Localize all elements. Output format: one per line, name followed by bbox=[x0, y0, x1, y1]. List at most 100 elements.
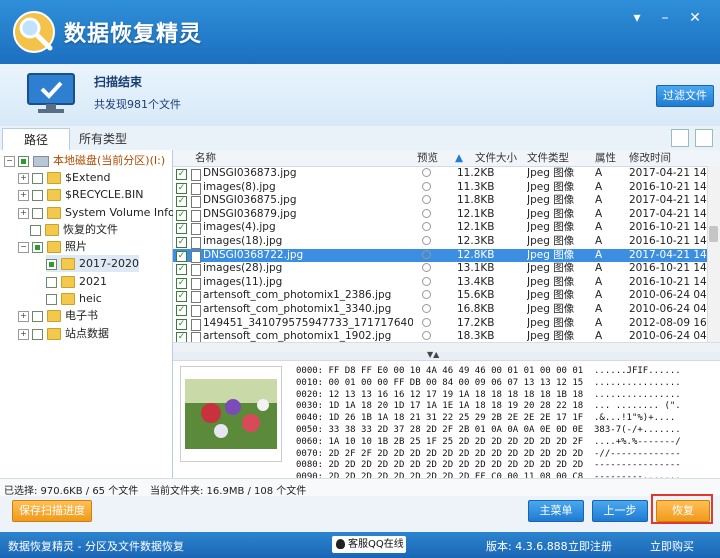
row-checkbox[interactable]: ✓ bbox=[176, 182, 187, 194]
menu-dropdown-button[interactable]: ▾ bbox=[626, 8, 648, 28]
tree-item[interactable]: 2021 bbox=[46, 273, 107, 290]
preview-magnifier-icon[interactable] bbox=[422, 208, 431, 218]
tree-checkbox[interactable] bbox=[46, 258, 57, 270]
file-name: artensoft_com_photomix1_3340.jpg bbox=[203, 303, 392, 315]
tab-path[interactable]: 路径 bbox=[2, 128, 70, 151]
folder-icon bbox=[47, 328, 61, 340]
row-checkbox[interactable]: ✓ bbox=[176, 291, 187, 303]
column-preview[interactable]: 预览 bbox=[417, 150, 438, 166]
row-checkbox[interactable]: ✓ bbox=[176, 250, 187, 262]
tree-item[interactable]: + $RECYCLE.BIN bbox=[18, 186, 143, 203]
file-row[interactable]: ✓ artensoft_com_photomix1_2386.jpg 15.6KB J… bbox=[173, 289, 707, 304]
preview-magnifier-icon[interactable] bbox=[422, 249, 431, 259]
file-row[interactable]: ✓ DNSGI0368722.jpg 12.8KB Jpeg 图像 A 2017-04-2… bbox=[173, 248, 707, 263]
preview-magnifier-icon[interactable] bbox=[422, 304, 431, 313]
hex-line: 0040: 1D 26 1B 1A 18 21 31 22 25 29 2B 2… bbox=[296, 413, 676, 424]
preview-magnifier-icon[interactable] bbox=[422, 317, 431, 327]
tree-checkbox[interactable] bbox=[32, 189, 43, 201]
tree-checkbox[interactable] bbox=[32, 241, 43, 253]
tree-checkbox[interactable] bbox=[32, 172, 43, 184]
tree-checkbox[interactable] bbox=[18, 155, 29, 167]
row-checkbox[interactable]: ✓ bbox=[176, 169, 187, 180]
preview-magnifier-icon[interactable] bbox=[422, 168, 431, 177]
file-row[interactable]: ✓ images(28).jpg 13.1KB Jpeg 图像 A 2016-10-21 … bbox=[173, 262, 707, 277]
folder-icon bbox=[47, 172, 61, 184]
buy-link[interactable]: 立即购买 bbox=[650, 538, 694, 554]
column-name[interactable]: 名称 bbox=[195, 150, 216, 166]
file-icon bbox=[191, 318, 201, 331]
minimize-button[interactable]: – bbox=[654, 8, 676, 28]
register-link[interactable]: 立即注册 bbox=[568, 538, 612, 554]
row-checkbox[interactable]: ✓ bbox=[176, 277, 187, 289]
filter-files-button[interactable]: 过滤文件 bbox=[656, 85, 714, 107]
row-checkbox[interactable]: ✓ bbox=[176, 237, 187, 248]
scrollbar-thumb[interactable] bbox=[709, 226, 718, 242]
tree-item[interactable]: + System Volume Inform bbox=[18, 204, 190, 221]
row-checkbox[interactable]: ✓ bbox=[176, 196, 187, 208]
column-attr[interactable]: 属性 bbox=[595, 150, 616, 166]
tree-checkbox[interactable] bbox=[46, 293, 57, 305]
expand-icon[interactable]: + bbox=[18, 172, 29, 184]
expand-icon[interactable]: + bbox=[18, 328, 29, 340]
grid-view-icon[interactable] bbox=[671, 129, 689, 147]
expand-icon[interactable]: + bbox=[18, 310, 29, 322]
tree-item[interactable]: + 电子书 bbox=[18, 307, 98, 324]
qq-support-button[interactable]: 客服QQ在线 bbox=[332, 536, 406, 553]
file-row[interactable]: ✓ 149451_341079575947733_1717176403... 17.… bbox=[173, 317, 707, 331]
row-checkbox[interactable]: ✓ bbox=[176, 264, 187, 276]
row-checkbox[interactable]: ✓ bbox=[176, 209, 187, 221]
file-row[interactable]: ✓ DNSGI036875.jpg 11.8KB Jpeg 图像 A 2017-04-21… bbox=[173, 194, 707, 209]
recover-button[interactable]: 恢复 bbox=[656, 500, 710, 522]
preview-magnifier-icon[interactable] bbox=[422, 195, 431, 205]
collapse-icon[interactable]: − bbox=[18, 241, 29, 253]
tree-checkbox[interactable] bbox=[46, 276, 57, 288]
column-type[interactable]: 文件类型 bbox=[527, 150, 569, 166]
tree-item[interactable]: 恢复的文件 bbox=[30, 221, 118, 238]
list-view-icon[interactable] bbox=[695, 129, 713, 147]
collapse-icon[interactable]: − bbox=[4, 155, 15, 167]
previous-step-button[interactable]: 上一步 bbox=[592, 500, 648, 522]
row-checkbox[interactable]: ✓ bbox=[176, 318, 187, 330]
folder-icon bbox=[61, 276, 75, 288]
main-menu-button[interactable]: 主菜单 bbox=[528, 500, 584, 522]
tree-root[interactable]: − 本地磁盘(当前分区)(I:) bbox=[4, 152, 165, 169]
tree-checkbox[interactable] bbox=[32, 310, 43, 322]
vertical-scrollbar[interactable] bbox=[707, 166, 720, 342]
preview-magnifier-icon[interactable] bbox=[422, 181, 431, 191]
preview-magnifier-icon[interactable] bbox=[422, 222, 431, 232]
file-row[interactable]: ✓ images(4).jpg 12.1KB Jpeg 图像 A 2016-10-21 1… bbox=[173, 221, 707, 236]
column-mtime[interactable]: 修改时间 bbox=[629, 150, 671, 166]
tree-checkbox[interactable] bbox=[32, 207, 43, 219]
preview-splitter[interactable]: ▼▲ bbox=[173, 350, 720, 360]
file-row[interactable]: ✓ images(18).jpg 12.3KB Jpeg 图像 A 2016-10-21 … bbox=[173, 235, 707, 249]
row-checkbox[interactable]: ✓ bbox=[176, 223, 187, 235]
save-scan-progress-button[interactable]: 保存扫描进度 bbox=[12, 500, 92, 522]
tab-all-types[interactable]: 所有类型 bbox=[70, 128, 136, 150]
file-row[interactable]: ✓ images(11).jpg 13.4KB Jpeg 图像 A 2016-10-21 … bbox=[173, 276, 707, 290]
file-row[interactable]: ✓ images(8).jpg 11.3KB Jpeg 图像 A 2016-10-21 1… bbox=[173, 181, 707, 195]
preview-magnifier-icon[interactable] bbox=[422, 263, 431, 273]
file-type: Jpeg 图像 bbox=[527, 194, 575, 207]
tree-checkbox[interactable] bbox=[32, 328, 43, 340]
file-icon bbox=[191, 277, 201, 290]
preview-magnifier-icon[interactable] bbox=[422, 276, 431, 286]
tree-checkbox[interactable] bbox=[30, 224, 41, 236]
file-row[interactable]: ✓ DNSGI036873.jpg 11.2KB Jpeg 图像 A 2017-04-21… bbox=[173, 167, 707, 181]
tree-item-selected[interactable]: 2017-2020 bbox=[46, 255, 139, 272]
splitter-arrow-icon: ▼▲ bbox=[427, 350, 440, 359]
preview-magnifier-icon[interactable] bbox=[422, 290, 431, 300]
file-row[interactable]: ✓ DNSGI036879.jpg 12.1KB Jpeg 图像 A 2017-04-21… bbox=[173, 208, 707, 222]
preview-magnifier-icon[interactable] bbox=[422, 331, 431, 341]
file-row[interactable]: ✓ artensoft_com_photomix1_3340.jpg 16.8KB J… bbox=[173, 303, 707, 317]
expand-icon[interactable]: + bbox=[18, 207, 29, 219]
hex-line: 0010: 00 01 00 00 FF DB 00 84 00 09 06 0… bbox=[296, 377, 681, 388]
column-size[interactable]: 文件大小 bbox=[475, 150, 517, 166]
expand-icon[interactable]: + bbox=[18, 189, 29, 201]
preview-magnifier-icon[interactable] bbox=[422, 236, 431, 245]
tree-item[interactable]: + $Extend bbox=[18, 169, 111, 186]
tree-item[interactable]: − 照片 bbox=[18, 238, 87, 255]
close-button[interactable]: ✕ bbox=[684, 8, 706, 28]
tree-item[interactable]: + 站点数据 bbox=[18, 325, 109, 342]
row-checkbox[interactable]: ✓ bbox=[176, 305, 187, 316]
tree-item[interactable]: heic bbox=[46, 290, 102, 307]
